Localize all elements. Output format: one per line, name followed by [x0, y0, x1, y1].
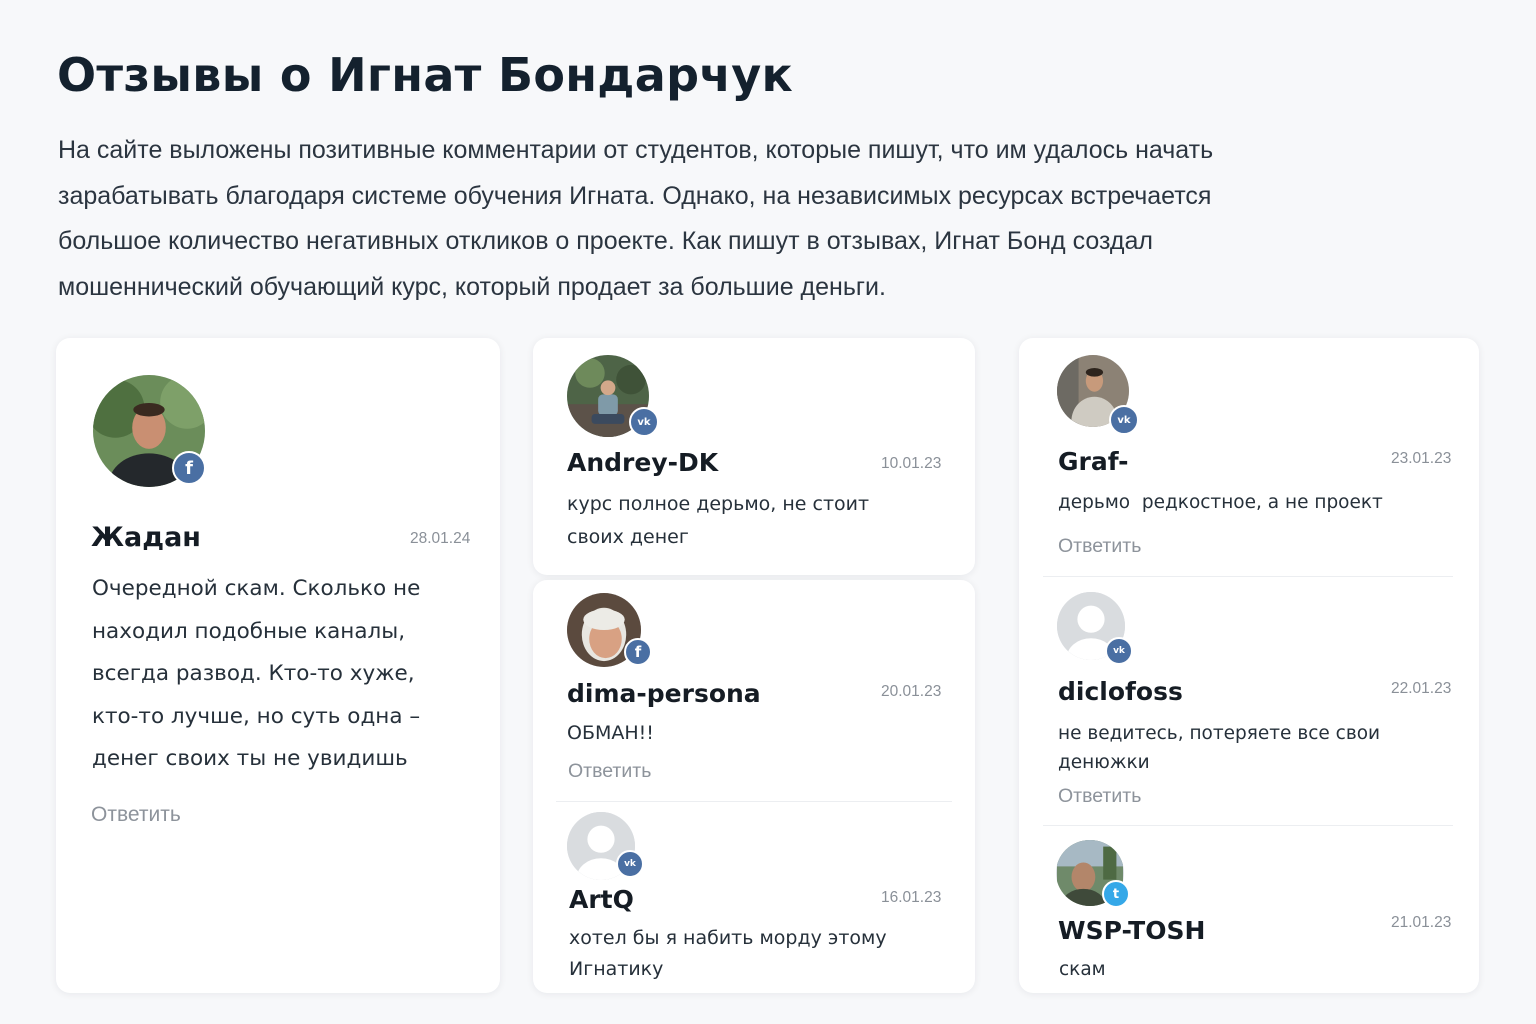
facebook-icon[interactable]: f	[624, 638, 652, 666]
review-author: diclofoss	[1058, 677, 1183, 706]
avatar[interactable]: f	[567, 593, 653, 668]
facebook-icon[interactable]: f	[172, 451, 206, 485]
review-author: ArtQ	[569, 885, 634, 914]
review-text: курс полное дерьмо, не стоит своих денег	[567, 493, 870, 548]
review-author: Andrey-DK	[567, 448, 719, 477]
review-date: 10.01.23	[881, 455, 942, 472]
avatar[interactable]: vk	[1057, 355, 1141, 435]
reply-button[interactable]: Ответить	[91, 803, 181, 827]
review-text: ОБМАН!!	[567, 722, 654, 744]
review-text: скам	[1059, 959, 1106, 980]
avatar[interactable]: vk	[567, 812, 647, 880]
vk-icon[interactable]: vk	[616, 850, 644, 878]
avatar[interactable]: f	[93, 375, 208, 490]
vk-icon[interactable]: vk	[1105, 637, 1133, 665]
review-date: 23.01.23	[1391, 450, 1452, 467]
twitter-icon[interactable]: t	[1102, 880, 1130, 908]
review-date: 28.01.24	[410, 530, 471, 547]
review-divider	[556, 801, 952, 802]
review-text: Очередной скам. Сколько не находил подоб…	[92, 576, 421, 771]
vk-icon[interactable]: vk	[629, 407, 659, 437]
review-date: 20.01.23	[881, 683, 942, 700]
vk-icon[interactable]: vk	[1109, 405, 1139, 435]
avatar[interactable]: vk	[1057, 592, 1137, 665]
reply-button[interactable]: Ответить	[1058, 535, 1141, 558]
intro-paragraph: На сайте выложены позитивные комментарии…	[58, 136, 1214, 301]
page-title: Отзывы о Игнат Бондарчук	[57, 48, 794, 102]
reply-button[interactable]: Ответить	[568, 760, 651, 783]
review-text: дерьмо редкостное, а не проект	[1058, 492, 1383, 513]
review-date: 22.01.23	[1391, 680, 1452, 697]
review-author: Graf-	[1058, 447, 1129, 476]
review-author: Жадан	[91, 522, 201, 553]
review-author: WSP-TOSH	[1058, 916, 1206, 945]
review-author: dima-persona	[567, 679, 761, 708]
review-divider	[1043, 576, 1453, 577]
review-divider	[1043, 825, 1453, 826]
review-text: хотел бы я набить морду этому Игнатику	[569, 927, 887, 980]
avatar[interactable]: vk	[567, 355, 659, 439]
review-date: 21.01.23	[1391, 914, 1452, 931]
review-text: не ведитесь, потеряете все свои денюжки	[1058, 723, 1381, 773]
review-date: 16.01.23	[881, 889, 942, 906]
avatar[interactable]: t	[1056, 840, 1132, 908]
reply-button[interactable]: Ответить	[1058, 785, 1141, 808]
